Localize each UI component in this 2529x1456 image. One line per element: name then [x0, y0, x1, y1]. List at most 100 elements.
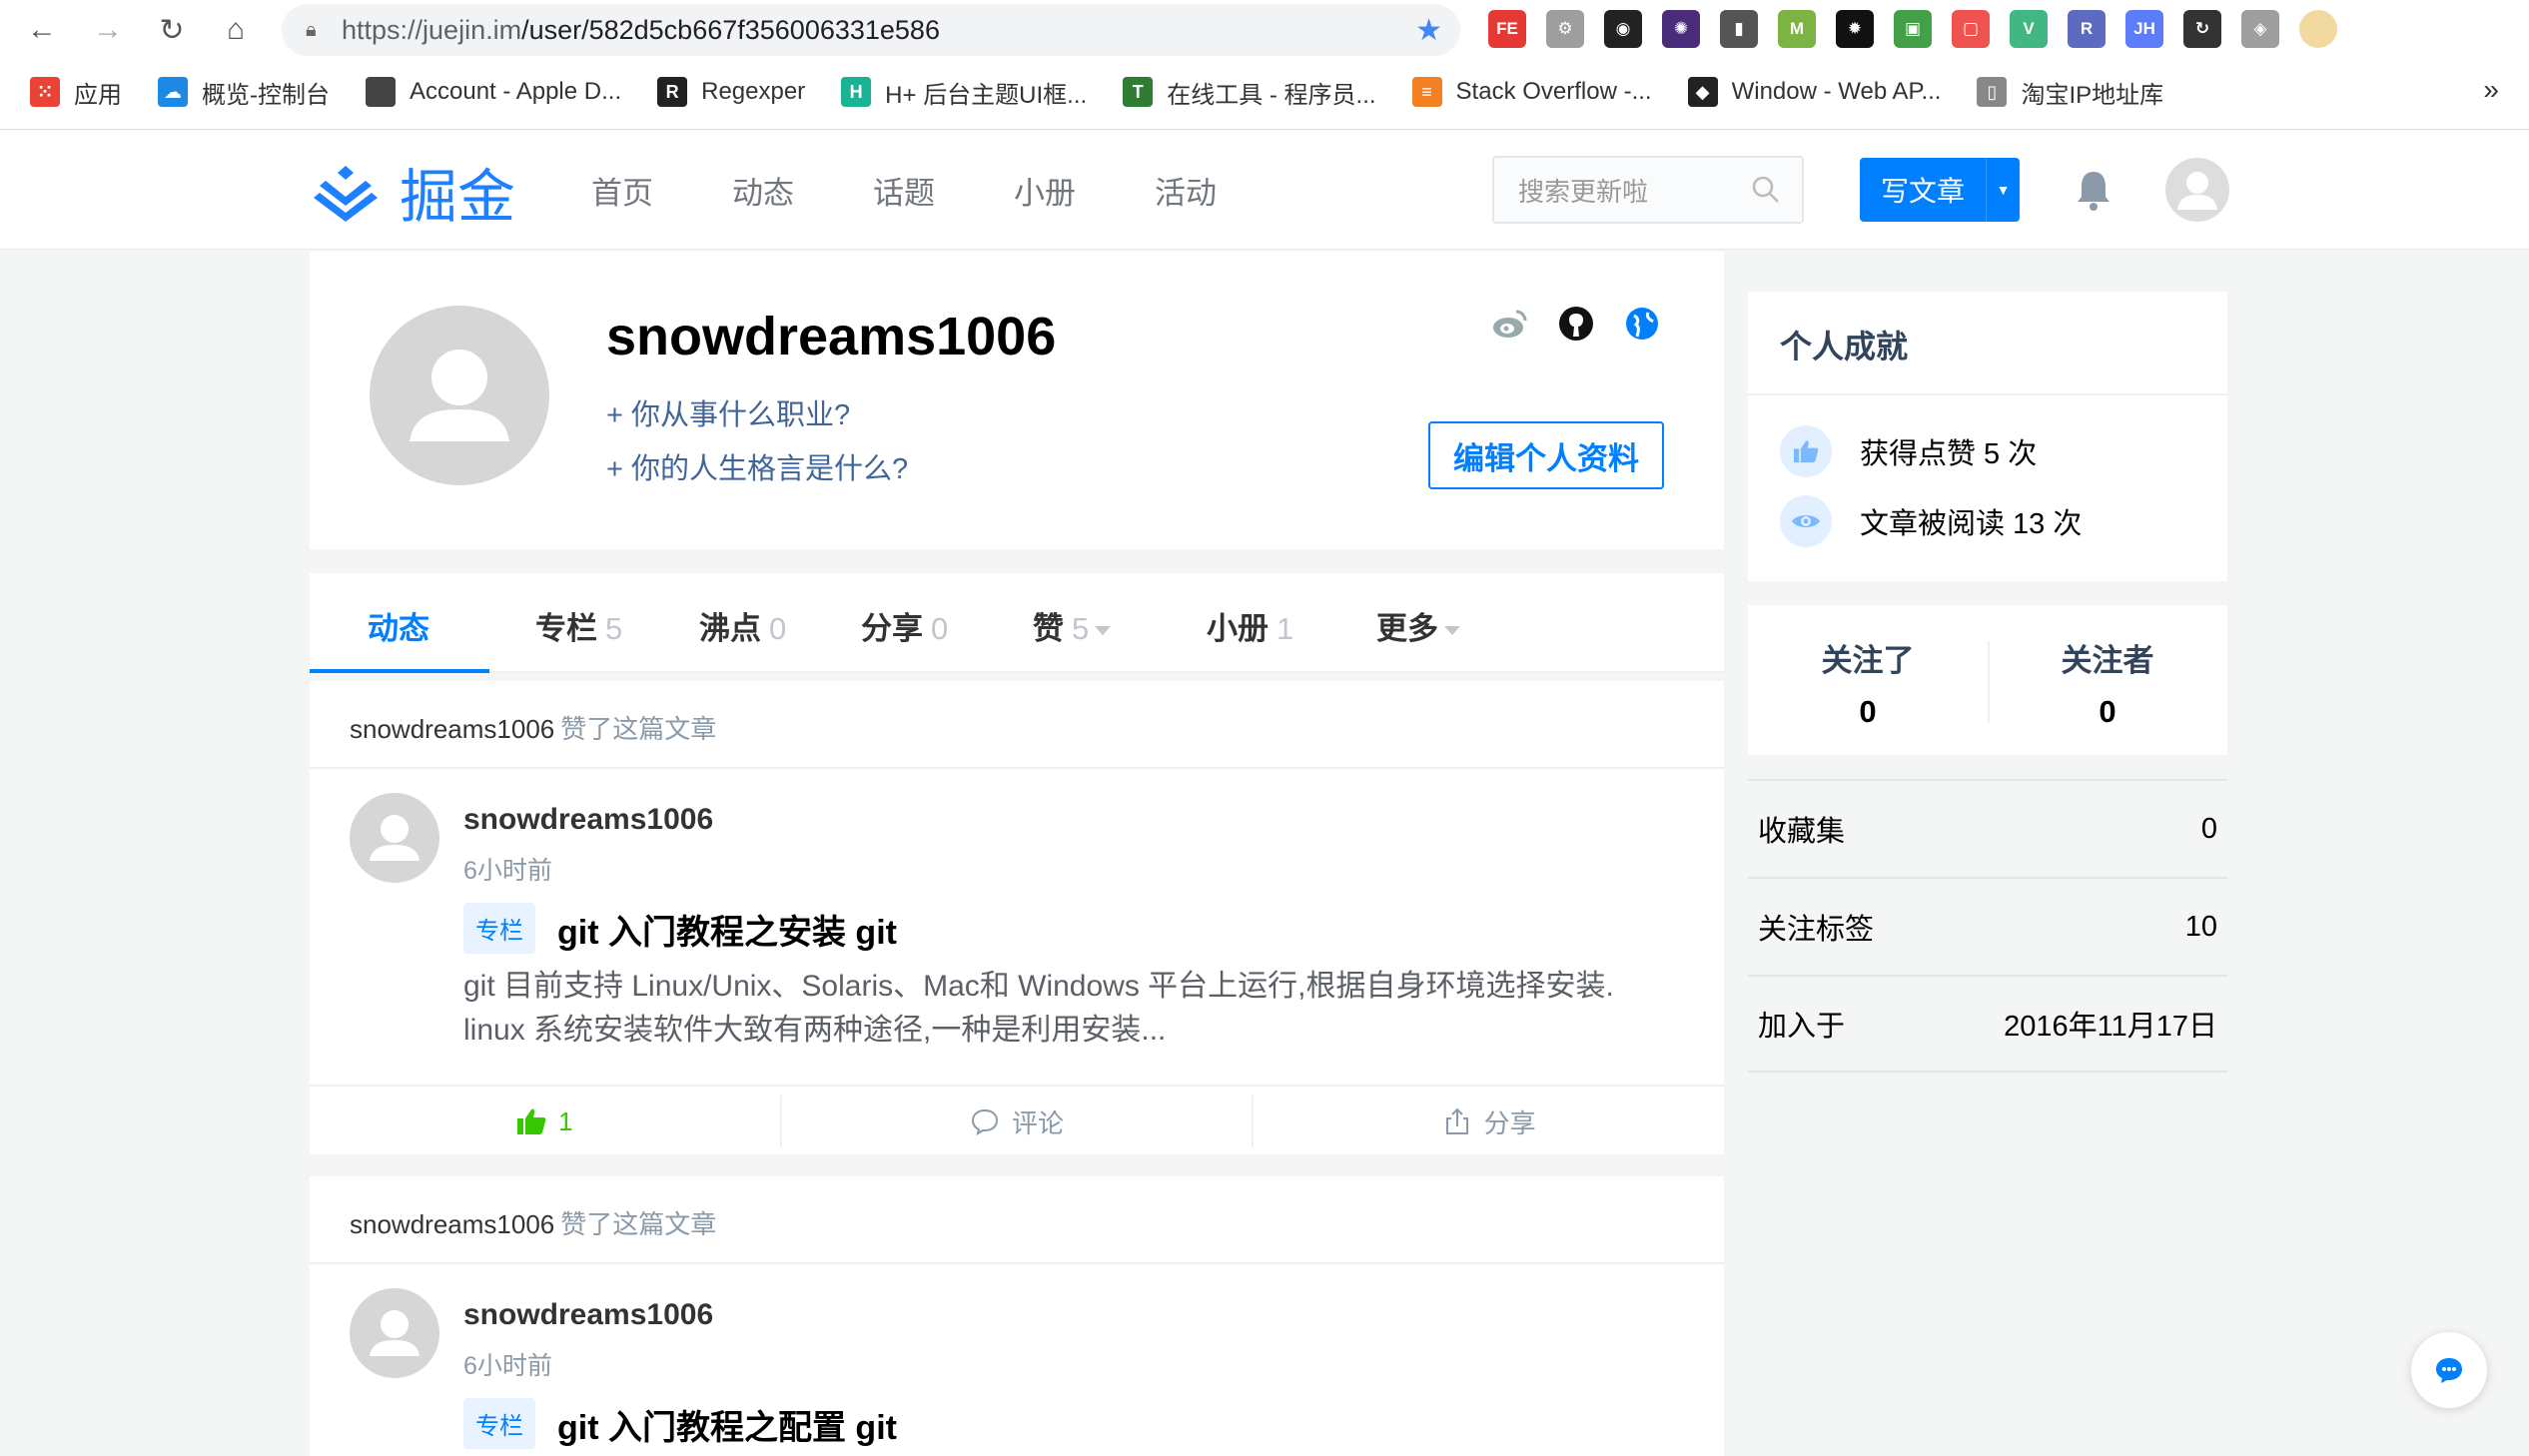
nav-item[interactable]: 动态 [732, 168, 873, 213]
motto-prompt-link[interactable]: + 你的人生格言是什么? [606, 445, 908, 487]
feed-actor[interactable]: snowdreams1006 [350, 714, 554, 744]
bookmark-item[interactable]: T 在线工具 - 程序员... [1123, 75, 1376, 110]
juejin-logo[interactable]: 掘金 [310, 150, 515, 234]
tab-1[interactable]: 专栏 5 [535, 603, 622, 648]
address-bar[interactable]: 🔒︎ https://juejin.im/user/582d5cb667f356… [282, 4, 1460, 56]
write-dropdown-icon[interactable]: ▼ [1986, 158, 2020, 222]
nav-item[interactable]: 首页 [591, 168, 732, 213]
notification-bell-icon[interactable] [2074, 168, 2113, 212]
share-icon [1445, 1107, 1468, 1134]
user-avatar-icon [410, 350, 509, 441]
tab-count: 0 [769, 611, 787, 646]
feed-author-name[interactable]: snowdreams1006 [463, 803, 713, 837]
reload-icon[interactable]: ↻ [150, 8, 194, 52]
active-tab-indicator [310, 669, 489, 673]
stat-value: 10 [2184, 910, 2217, 943]
stackoverflow-icon: ≡ [1411, 77, 1442, 107]
bookmark-item[interactable]: ☁ 概览-控制台 [158, 75, 330, 110]
tab-3[interactable]: 分享 0 [861, 603, 948, 648]
tab-label: 赞 [1033, 611, 1064, 646]
share-button[interactable]: 分享 [1254, 1095, 1724, 1147]
nav-item[interactable]: 话题 [873, 168, 1014, 213]
nav-item[interactable]: 活动 [1155, 168, 1295, 213]
author-avatar[interactable] [350, 1288, 439, 1378]
extension-icon[interactable]: ✺ [1662, 10, 1700, 48]
nav-item[interactable]: 小册 [1014, 168, 1155, 213]
forward-icon[interactable]: → [86, 8, 130, 52]
regexper-icon: R [657, 77, 688, 107]
profile-avatar-icon[interactable] [2299, 10, 2337, 48]
feed-item-header: snowdreams1006 赞了这篇文章 [310, 681, 1724, 769]
search-input[interactable]: 搜索更新啦 [1492, 156, 1804, 224]
bookmark-item[interactable]: ▯ 淘宝IP地址库 [1977, 75, 2163, 110]
bookmarks-overflow-button[interactable]: » [2483, 74, 2499, 106]
stat-row[interactable]: 关注标签 10 [1748, 877, 2227, 975]
tab-4[interactable]: 赞5 [1033, 603, 1112, 648]
bookmark-item[interactable]: H H+ 后台主题UI框... [841, 75, 1087, 110]
following-stat[interactable]: 关注了 0 [1748, 635, 1988, 730]
article-title[interactable]: git 入门教程之安装 git [557, 905, 897, 954]
extension-icon[interactable]: ◈ [2241, 10, 2279, 48]
bookmark-item[interactable]: Account - Apple D... [366, 77, 621, 107]
bookmark-star-icon[interactable]: ★ [1415, 13, 1442, 48]
comment-button[interactable]: 评论 [782, 1095, 1255, 1147]
feed-author-name[interactable]: snowdreams1006 [463, 1298, 713, 1332]
extension-icon[interactable]: M [1778, 10, 1816, 48]
write-article-button[interactable]: 写文章 ▼ [1860, 158, 2020, 222]
caret-down-icon [1095, 626, 1112, 636]
bookmark-item[interactable]: ≡ Stack Overflow -... [1411, 77, 1652, 107]
extension-icon[interactable]: ▣ [1894, 10, 1932, 48]
bookmark-item[interactable]: R Regexper [657, 77, 805, 107]
extension-icon[interactable]: ⚙ [1546, 10, 1584, 48]
tab-6[interactable]: 更多 [1376, 603, 1460, 648]
logo-text: 掘金 [400, 163, 516, 231]
bookmark-label: 在线工具 - 程序员... [1167, 81, 1376, 109]
site-header: 掘金 首页 动态 话题 小册 活动 搜索更新啦 写文章 ▼ [0, 130, 2529, 250]
job-prompt-link[interactable]: + 你从事什么职业? [606, 391, 850, 433]
feed-action: 赞了这篇文章 [560, 1209, 717, 1239]
extension-icon[interactable]: V [2010, 10, 2048, 48]
website-icon[interactable] [1622, 304, 1662, 344]
tab-label: 专栏 [535, 611, 597, 646]
feed-actor[interactable]: snowdreams1006 [350, 1209, 554, 1239]
follow-card: 关注了 0 关注者 0 [1748, 605, 2227, 755]
chat-button[interactable] [2411, 1332, 2487, 1408]
search-icon[interactable] [1750, 174, 1782, 206]
extension-icon[interactable]: ▢ [1952, 10, 1990, 48]
tab-5[interactable]: 小册 1 [1207, 603, 1293, 648]
article-excerpt[interactable]: git 目前支持 Linux/Unix、Solaris、Mac和 Windows… [463, 965, 1662, 1053]
tab-count: 5 [1072, 611, 1090, 646]
stat-label: 收藏集 [1758, 816, 1846, 848]
extension-icon[interactable]: JH [2125, 10, 2163, 48]
extension-icon[interactable]: ▮ [1720, 10, 1758, 48]
bookmark-label: 应用 [74, 81, 122, 109]
github-icon[interactable] [1556, 304, 1596, 344]
stat-row[interactable]: 收藏集 0 [1748, 779, 2227, 877]
extension-icon[interactable]: FE [1488, 10, 1526, 48]
home-icon[interactable]: ⌂ [214, 8, 258, 52]
extension-icon[interactable]: R [2068, 10, 2106, 48]
bookmark-label: H+ 后台主题UI框... [885, 81, 1088, 109]
weibo-icon[interactable] [1490, 304, 1530, 344]
page-icon: ▯ [1977, 77, 2008, 107]
extension-icon[interactable]: ◉ [1604, 10, 1642, 48]
search-placeholder: 搜索更新啦 [1518, 176, 1649, 207]
header-avatar[interactable] [2165, 158, 2229, 222]
tab-2[interactable]: 沸点 0 [699, 603, 786, 648]
extensions-toolbar: FE ⚙ ◉ ✺ ▮ M ✹ ▣ ▢ V R JH ↻ ◈ [1488, 10, 2337, 48]
like-button[interactable]: 1 [310, 1095, 782, 1147]
bookmark-item[interactable]: ⁙ 应用 [30, 75, 122, 110]
edit-profile-button[interactable]: 编辑个人资料 [1428, 421, 1664, 489]
bookmark-item[interactable]: ◆ Window - Web AP... [1687, 77, 1941, 107]
article-title[interactable]: git 入门教程之配置 git [557, 1400, 897, 1449]
stat-row[interactable]: 加入于 2016年11月17日 [1748, 975, 2227, 1073]
achievements-title: 个人成就 [1780, 329, 1909, 364]
profile-avatar [370, 306, 549, 485]
followers-stat[interactable]: 关注者 0 [1988, 635, 2227, 730]
feed-time: 6小时前 [463, 857, 552, 885]
extension-icon[interactable]: ✹ [1836, 10, 1874, 48]
extension-icon[interactable]: ↻ [2183, 10, 2221, 48]
back-icon[interactable]: ← [20, 8, 64, 52]
author-avatar[interactable] [350, 793, 439, 883]
tab-0[interactable]: 动态 [368, 603, 429, 648]
